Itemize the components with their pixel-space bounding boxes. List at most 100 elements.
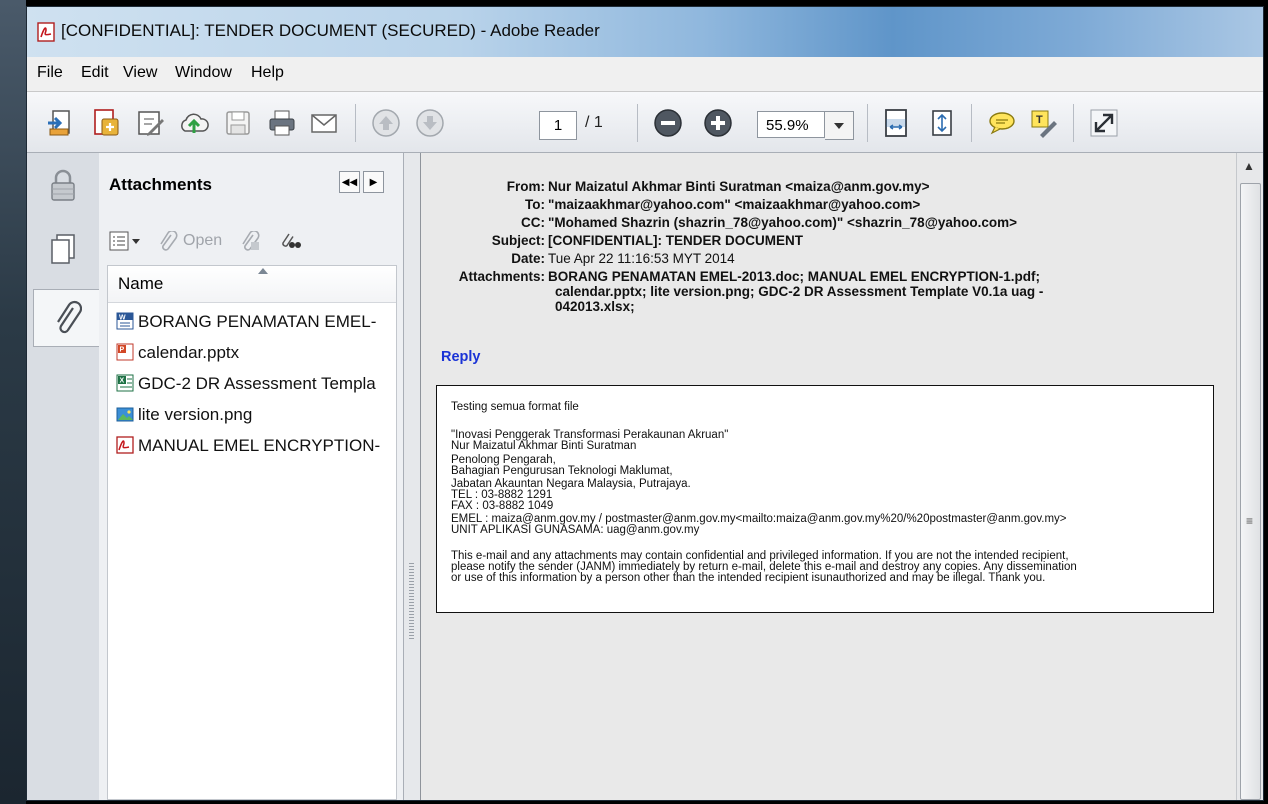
page-total: / 1 <box>585 114 603 131</box>
attachments-panel-title: Attachments <box>109 175 212 194</box>
collapse-panel-button[interactable]: ◀◀ <box>339 171 360 193</box>
toolbar: 1 / 1 55.9% T <box>27 92 1263 153</box>
open-icon[interactable] <box>43 106 77 140</box>
attachment-name: lite version.png <box>138 405 253 424</box>
attachment-name: BORANG PENAMATAN EMEL- <box>138 312 377 331</box>
page-thumbnails-icon[interactable] <box>35 221 91 277</box>
fit-page-icon[interactable] <box>879 106 913 140</box>
save-icon[interactable] <box>221 106 255 140</box>
from-value: Nur Maizatul Akhmar Binti Suratman <maiz… <box>548 179 930 194</box>
menu-view[interactable]: View <box>123 64 157 82</box>
search-attachments-icon[interactable] <box>279 231 301 256</box>
body-line: Bahagian Pengurusan Teknologi Maklumat, <box>451 465 673 477</box>
attachments-panel: Attachments ◀◀ ▶ Open Name W BORANG PENA… <box>99 153 404 800</box>
attachment-item[interactable]: lite version.png <box>108 400 396 431</box>
menu-bar: File Edit View Window Help <box>27 57 1263 92</box>
save-attachment-icon[interactable] <box>239 229 261 256</box>
pdf-app-icon <box>37 22 55 42</box>
chevron-down-icon <box>834 122 844 129</box>
scrollbar-grip: ≡ <box>1246 514 1254 528</box>
comment-icon[interactable] <box>985 106 1019 140</box>
full-screen-icon[interactable] <box>1087 106 1121 140</box>
create-pdf-icon[interactable] <box>89 106 123 140</box>
from-label: From: <box>506 179 545 194</box>
subject-row: Subject: [CONFIDENTIAL]: TENDER DOCUMENT <box>421 233 1221 251</box>
attachment-item[interactable]: X GDC-2 DR Assessment Templa <box>108 369 396 400</box>
attachments-toolbar: Open <box>109 229 399 255</box>
svg-text:P: P <box>120 347 125 354</box>
reply-link[interactable]: Reply <box>441 349 481 365</box>
powerpoint-file-icon: P <box>116 343 134 361</box>
email-header: From: Nur Maizatul Akhmar Binti Suratman… <box>421 179 1221 319</box>
highlight-icon[interactable]: T <box>1027 106 1061 140</box>
title-bar: [CONFIDENTIAL]: TENDER DOCUMENT (SECURED… <box>27 7 1263 57</box>
panel-splitter[interactable] <box>404 153 420 800</box>
body-line: Testing semua format file <box>451 401 579 413</box>
attachments-line: 042013.xlsx; <box>555 299 635 314</box>
page-number-input[interactable]: 1 <box>539 111 577 140</box>
panel-options-button[interactable]: ▶ <box>363 171 384 193</box>
vertical-scrollbar[interactable]: ▲ ≡ <box>1236 153 1263 800</box>
image-file-icon <box>116 405 134 423</box>
attachment-item[interactable]: P calendar.pptx <box>108 338 396 369</box>
menu-edit[interactable]: Edit <box>81 64 109 82</box>
desktop-background <box>0 0 26 804</box>
window-title: [CONFIDENTIAL]: TENDER DOCUMENT (SECURED… <box>61 21 600 40</box>
svg-text:W: W <box>119 315 126 322</box>
toolbar-separator <box>1073 104 1074 142</box>
cc-value: "Mohamed Shazrin (shazrin_78@yahoo.com)"… <box>548 215 1018 230</box>
date-value: Tue Apr 22 11:16:53 MYT 2014 <box>548 251 735 266</box>
menu-window[interactable]: Window <box>175 64 232 82</box>
attachments-row: Attachments: BORANG PENAMATAN EMEL-2013.… <box>421 269 1221 319</box>
attachment-item[interactable]: W BORANG PENAMATAN EMEL- <box>108 307 396 338</box>
document-view: From: Nur Maizatul Akhmar Binti Suratman… <box>420 153 1237 800</box>
sort-ascending-icon <box>258 268 268 274</box>
attachments-paperclip-icon[interactable] <box>33 289 100 347</box>
to-label: To: <box>525 197 545 212</box>
word-file-icon: W <box>116 312 134 330</box>
body-line: FAX : 03-8882 1049 <box>451 500 554 512</box>
edit-icon[interactable] <box>133 106 167 140</box>
email-icon[interactable] <box>307 106 341 140</box>
svg-text:X: X <box>120 378 125 385</box>
zoom-dropdown-button[interactable] <box>825 111 854 140</box>
body-line: or use of this information by a person o… <box>451 572 1046 584</box>
menu-file[interactable]: File <box>37 64 63 82</box>
open-attachment-button[interactable]: Open <box>183 232 222 250</box>
cloud-upload-icon[interactable] <box>177 106 211 140</box>
attachment-name: calendar.pptx <box>138 343 240 362</box>
attachments-line: BORANG PENAMATAN EMEL-2013.doc; MANUAL E… <box>548 269 1041 284</box>
menu-help[interactable]: Help <box>251 64 284 82</box>
options-menu-icon[interactable] <box>109 231 143 256</box>
toolbar-separator <box>971 104 972 142</box>
attachment-name: MANUAL EMEL ENCRYPTION- <box>138 436 381 455</box>
name-column-header[interactable]: Name <box>108 266 396 303</box>
date-row: Date: Tue Apr 22 11:16:53 MYT 2014 <box>421 251 1221 269</box>
from-row: From: Nur Maizatul Akhmar Binti Suratman… <box>421 179 1221 197</box>
zoom-out-icon[interactable] <box>651 106 685 140</box>
security-lock-icon[interactable] <box>35 157 91 213</box>
open-attachment-icon[interactable] <box>157 229 179 256</box>
toolbar-separator <box>637 104 638 142</box>
zoom-in-icon[interactable] <box>701 106 735 140</box>
panel-nav-buttons: ◀◀ ▶ <box>339 171 387 193</box>
scroll-up-icon[interactable]: ▲ <box>1243 159 1255 173</box>
print-icon[interactable] <box>265 106 299 140</box>
to-value: "maizaakhmar@yahoo.com" <maizaakhmar@yah… <box>548 197 921 212</box>
attachments-label: Attachments: <box>458 269 545 284</box>
navigation-pane <box>27 153 100 800</box>
attachments-line: calendar.pptx; lite version.png; GDC-2 D… <box>555 284 1044 299</box>
fit-width-icon[interactable] <box>925 106 959 140</box>
email-body: Testing semua format file "Inovasi Pengg… <box>436 385 1214 613</box>
splitter-grip[interactable] <box>409 563 414 641</box>
next-page-icon[interactable] <box>413 106 447 140</box>
attachment-item[interactable]: MANUAL EMEL ENCRYPTION- <box>108 431 396 462</box>
body-line: Nur Maizatul Akhmar Binti Suratman <box>451 440 637 452</box>
toolbar-separator <box>867 104 868 142</box>
attachments-value: BORANG PENAMATAN EMEL-2013.doc; MANUAL E… <box>548 269 1188 314</box>
previous-page-icon[interactable] <box>369 106 403 140</box>
date-label: Date: <box>511 251 545 266</box>
zoom-input[interactable]: 55.9% <box>757 111 825 138</box>
scrollbar-thumb[interactable]: ≡ <box>1240 183 1261 800</box>
toolbar-separator <box>355 104 356 142</box>
